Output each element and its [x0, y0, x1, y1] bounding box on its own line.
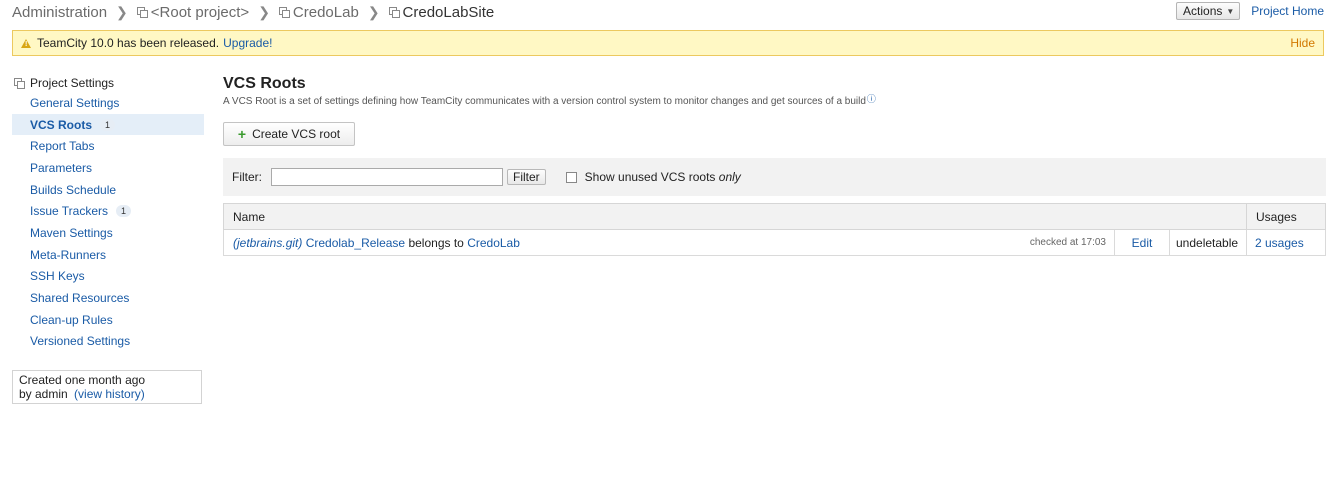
sidebar-title-label: Project Settings: [30, 76, 115, 90]
project-icon: [278, 7, 290, 18]
sidebar-item-maven-settings[interactable]: Maven Settings: [12, 222, 204, 244]
view-history-link[interactable]: (view history): [74, 387, 145, 401]
sidebar-item-label: General Settings: [30, 95, 120, 110]
show-unused-checkbox[interactable]: [565, 171, 577, 183]
banner-message: TeamCity 10.0 has been released.: [37, 36, 220, 50]
sidebar-item-label: VCS Roots: [30, 117, 93, 132]
create-vcs-root-button[interactable]: + Create VCS root: [223, 122, 355, 146]
project-icon: [388, 7, 400, 18]
edit-cell: Edit: [1114, 229, 1170, 256]
breadcrumb-credolab[interactable]: CredoLab: [278, 3, 359, 21]
sidebar-item-label: Report Tabs: [30, 139, 95, 154]
sidebar-item-label: Shared Resources: [30, 291, 130, 306]
chevron-right-icon: ❯: [116, 3, 128, 20]
sidebar-item-parameters[interactable]: Parameters: [12, 157, 204, 179]
sidebar-item-label: Builds Schedule: [30, 182, 117, 197]
sidebar-item-shared-resources[interactable]: Shared Resources: [12, 287, 204, 309]
actions-dropdown-button[interactable]: Actions ▼: [1176, 2, 1241, 20]
chevron-right-icon: ❯: [367, 3, 380, 20]
upgrade-link[interactable]: Upgrade!: [223, 36, 272, 50]
sidebar-item-report-tabs[interactable]: Report Tabs: [12, 135, 204, 157]
belongs-to-text: belongs to: [408, 235, 464, 250]
actions-label: Actions: [1183, 4, 1223, 18]
usages-link[interactable]: 2 usages: [1255, 236, 1304, 250]
created-by-line: by admin (view history): [19, 387, 195, 401]
help-icon[interactable]: ⓘ: [867, 92, 876, 105]
vcs-roots-table: Name Usages (jetbrains.git) Credolab_Rel…: [223, 203, 1326, 256]
sidebar-item-meta-runners[interactable]: Meta-Runners: [12, 244, 204, 266]
table-row: (jetbrains.git) Credolab_Release belongs…: [223, 229, 1326, 256]
sidebar-item-general-settings[interactable]: General Settings: [12, 92, 204, 114]
sidebar-title: Project Settings: [12, 74, 204, 92]
sidebar-item-label: SSH Keys: [30, 269, 85, 284]
hide-banner-link[interactable]: Hide: [1290, 36, 1315, 50]
breadcrumb-root-project[interactable]: <Root project>: [136, 3, 250, 21]
count-badge: 1: [100, 118, 116, 131]
plus-icon: +: [237, 126, 247, 142]
caret-down-icon: ▼: [1226, 6, 1235, 16]
sidebar-item-builds-schedule[interactable]: Builds Schedule: [12, 179, 204, 201]
create-vcs-root-label: Create VCS root: [252, 127, 341, 141]
vcs-root-name-link[interactable]: Credolab_Release: [306, 236, 405, 250]
show-unused-label: Show unused VCS roots only: [585, 170, 741, 184]
warning-icon: !: [21, 38, 31, 48]
sidebar-item-issue-trackers[interactable]: Issue Trackers 1: [12, 200, 204, 222]
chevron-right-icon: ❯: [258, 3, 270, 20]
owner-project-link[interactable]: CredoLab: [467, 236, 520, 250]
breadcrumb-credolab-label: CredoLab: [292, 3, 359, 21]
page-description-text: A VCS Root is a set of settings defining…: [223, 96, 866, 107]
table-header-row: Name Usages: [223, 203, 1326, 230]
sidebar-item-vcs-roots[interactable]: VCS Roots 1: [12, 113, 204, 136]
breadcrumb-credolabsite-label: CredoLabSite: [402, 3, 495, 21]
checked-time: checked at 17:03: [1010, 229, 1115, 256]
show-unused-emph: only: [718, 170, 741, 184]
breadcrumb: Administration ❯ <Root project> ❯ CredoL…: [12, 2, 494, 22]
show-unused-text: Show unused VCS roots: [584, 170, 716, 184]
edit-link[interactable]: Edit: [1132, 236, 1153, 250]
sidebar-item-versioned-settings[interactable]: Versioned Settings: [12, 331, 204, 353]
project-icon: [136, 7, 148, 18]
sidebar-item-label: Maven Settings: [30, 225, 113, 240]
release-banner: ! TeamCity 10.0 has been released. Upgra…: [12, 30, 1324, 56]
sidebar-item-ssh-keys[interactable]: SSH Keys: [12, 266, 204, 288]
column-header-name: Name: [223, 203, 1247, 230]
sidebar-item-label: Versioned Settings: [30, 334, 131, 349]
main-content: VCS Roots A VCS Root is a set of setting…: [223, 74, 1326, 256]
usages-cell: 2 usages: [1246, 229, 1326, 256]
project-icon: [14, 78, 25, 89]
breadcrumb-credolabsite: CredoLabSite: [388, 3, 495, 21]
count-badge: 1: [116, 205, 132, 218]
header-actions: Actions ▼ Project Home: [1176, 2, 1324, 20]
sidebar-item-label: Meta-Runners: [30, 247, 107, 262]
created-by-text: by admin: [19, 387, 68, 401]
filter-label: Filter:: [232, 170, 262, 184]
sidebar-item-label: Clean-up Rules: [30, 312, 113, 327]
breadcrumb-administration[interactable]: Administration: [12, 4, 107, 21]
undeletable-status: undeletable: [1169, 229, 1247, 256]
breadcrumb-root-project-label: <Root project>: [150, 3, 250, 21]
sidebar-item-label: Issue Trackers: [30, 204, 109, 219]
page-title: VCS Roots: [223, 75, 306, 92]
page-description: A VCS Root is a set of settings defining…: [223, 94, 1326, 108]
filter-bar: Filter: Filter Show unused VCS roots onl…: [223, 158, 1326, 196]
filter-button[interactable]: Filter: [507, 169, 546, 185]
sidebar-item-clean-up-rules[interactable]: Clean-up Rules: [12, 309, 204, 331]
created-info-box: Created one month ago by admin (view his…: [12, 370, 202, 404]
vcs-type-link[interactable]: (jetbrains.git): [233, 236, 302, 250]
sidebar-item-label: Parameters: [30, 160, 93, 175]
created-text: Created one month ago: [19, 373, 146, 387]
column-header-usages: Usages: [1246, 203, 1326, 230]
project-settings-sidebar: Project Settings General Settings VCS Ro…: [12, 74, 204, 404]
filter-input[interactable]: [271, 168, 503, 186]
project-home-link[interactable]: Project Home: [1251, 4, 1324, 18]
vcs-root-name-cell: (jetbrains.git) Credolab_Release belongs…: [223, 229, 1010, 256]
